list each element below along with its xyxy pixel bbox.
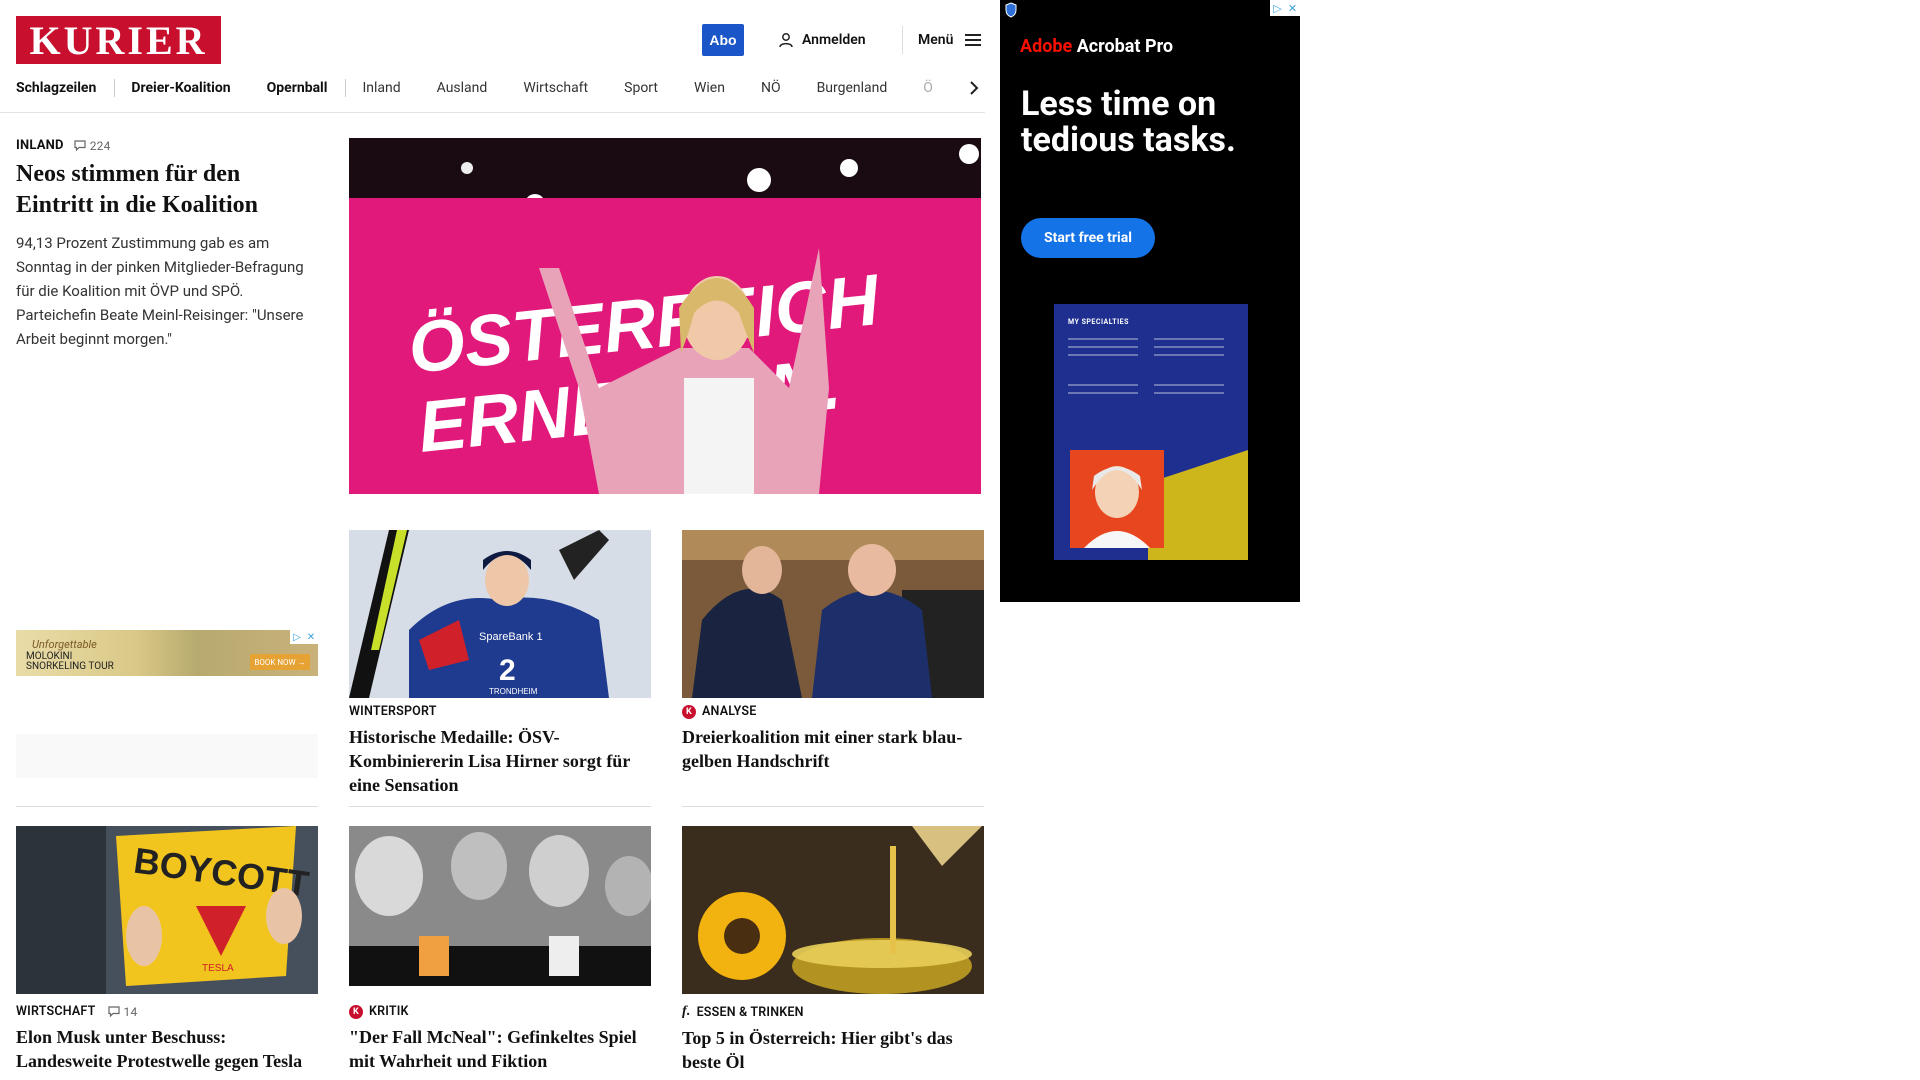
- row-divider: [682, 806, 984, 807]
- nav-separator: [345, 79, 347, 97]
- kicker-essen: f. ESSEN & TRINKEN: [682, 1004, 984, 1020]
- analyse-graphic: [682, 530, 984, 698]
- story-kritik[interactable]: K KRITIK "Der Fall McNeal": Gefinkeltes …: [349, 1004, 651, 1073]
- comment-number: 14: [123, 1004, 138, 1019]
- oil-graphic: [682, 826, 984, 994]
- login-label: Anmelden: [802, 32, 866, 48]
- bib-city: TRONDHEIM: [489, 687, 538, 696]
- headline-kritik[interactable]: "Der Fall McNeal": Gefinkeltes Spiel mit…: [349, 1025, 651, 1073]
- lead-story-text[interactable]: INLAND 224 Neos stimmen für den Eintritt…: [16, 138, 318, 351]
- ad-choices[interactable]: ▷ ✕: [1270, 0, 1300, 16]
- kritik-graphic: [349, 826, 651, 994]
- nav-item-truncated[interactable]: Ö: [923, 80, 933, 96]
- story-wintersport[interactable]: WINTERSPORT Historische Medaille: ÖSV-Ko…: [349, 704, 651, 797]
- story-image-wintersport[interactable]: SpareBank 1 2 TRONDHEIM: [349, 530, 651, 698]
- comment-icon: [107, 1006, 120, 1017]
- story-essen[interactable]: f. ESSEN & TRINKEN Top 5 in Österreich: …: [682, 1004, 984, 1074]
- ad-brand-product: Acrobat Pro: [1072, 36, 1174, 57]
- story-image-analyse[interactable]: [682, 530, 984, 698]
- lead-kicker: INLAND: [16, 138, 64, 153]
- row-divider: [349, 806, 651, 807]
- nav-item-ausland[interactable]: Ausland: [437, 80, 488, 96]
- shield-icon: [1005, 2, 1017, 18]
- lead-teaser: 94,13 Prozent Zustimmung gab es am Sonnt…: [16, 234, 304, 348]
- ad-brand: Adobe Acrobat Pro: [1020, 36, 1173, 57]
- kicker-kritik: K KRITIK: [349, 1004, 651, 1019]
- genuss-icon: f.: [682, 1004, 691, 1019]
- nav-item-wien[interactable]: Wien: [694, 80, 725, 96]
- headline-wirtschaft[interactable]: Elon Musk unter Beschuss: Landesweite Pr…: [16, 1025, 318, 1073]
- wintersport-graphic: SpareBank 1 2 TRONDHEIM: [349, 530, 651, 698]
- story-analyse[interactable]: K ANALYSE Dreierkoalition mit einer star…: [682, 704, 984, 773]
- menu-button[interactable]: Menü: [918, 28, 982, 52]
- menu-label: Menü: [918, 32, 954, 48]
- chevron-right-icon: [970, 81, 979, 95]
- login-button[interactable]: Anmelden: [778, 28, 866, 52]
- kicker-text: WIRTSCHAFT: [16, 1004, 96, 1019]
- empty-ad-slot: [16, 734, 318, 778]
- kurier-plus-icon: K: [682, 704, 696, 719]
- ad-brand-adobe: Adobe: [1020, 36, 1073, 57]
- kurier-logo[interactable]: KURIER: [16, 16, 221, 64]
- ad-flyer-title: MY SPECIALTIES: [1068, 318, 1129, 326]
- lead-comment-number: 224: [89, 138, 111, 153]
- lead-image[interactable]: ÖSTERREICH ERNEUERN.: [349, 138, 981, 494]
- story-image-kritik[interactable]: [349, 826, 651, 994]
- ad-close-icon: ✕: [306, 631, 316, 643]
- lead-comment-count[interactable]: 224: [74, 139, 111, 153]
- bib-number: 2: [499, 654, 516, 687]
- ad-info-icon: ▷: [293, 631, 301, 643]
- nav-item-sport[interactable]: Sport: [624, 80, 658, 96]
- kicker-text: ANALYSE: [702, 704, 757, 719]
- story-wirtschaft[interactable]: WIRTSCHAFT 14 Elon Musk unter Beschuss: …: [16, 1004, 318, 1073]
- nav-scroll-right-button[interactable]: [962, 76, 986, 100]
- lead-image-graphic: ÖSTERREICH ERNEUERN.: [349, 138, 981, 494]
- nav-item-dreier-koalition[interactable]: Dreier-Koalition: [131, 80, 230, 96]
- header-divider: [902, 26, 903, 54]
- nav-separator: [114, 79, 116, 97]
- nav-item-schlagzeilen[interactable]: Schlagzeilen: [16, 80, 96, 96]
- start-free-trial-button[interactable]: Start free trial: [1021, 218, 1155, 258]
- ad-close-icon: ✕: [1287, 1, 1298, 15]
- main-navigation: Schlagzeilen Dreier-Koalition Opernball …: [16, 76, 976, 100]
- nav-item-noe[interactable]: NÖ: [761, 80, 781, 96]
- headline-wintersport[interactable]: Historische Medaille: ÖSV-Kombiniererin …: [349, 725, 651, 797]
- travel-advertisement[interactable]: Unforgettable MOLOKINI SNORKELING TOUR B…: [16, 630, 318, 676]
- ad-headline: Less time on tedious tasks.: [1021, 84, 1236, 160]
- lead-kicker-row: INLAND 224: [16, 138, 318, 153]
- kicker-text: WINTERSPORT: [349, 704, 437, 719]
- header-border: [0, 112, 985, 113]
- nav-item-opernball[interactable]: Opernball: [267, 80, 328, 96]
- ad-choices[interactable]: ▷ ✕: [290, 630, 318, 644]
- headline-essen[interactable]: Top 5 in Österreich: Hier gibt's das bes…: [682, 1026, 984, 1074]
- wirtschaft-comment-count[interactable]: 14: [107, 1004, 138, 1019]
- story-image-wirtschaft[interactable]: BOYCOTT TESLA: [16, 826, 318, 994]
- kicker-wintersport: WINTERSPORT: [349, 704, 651, 719]
- nav-item-burgenland[interactable]: Burgenland: [817, 80, 888, 96]
- ad-line-snorkeling: SNORKELING TOUR: [26, 661, 114, 672]
- row-divider: [16, 806, 318, 807]
- tesla-text: TESLA: [202, 963, 234, 974]
- kicker-text: KRITIK: [369, 1004, 409, 1019]
- bib-sponsor: SpareBank 1: [479, 631, 543, 643]
- ad-info-icon: ▷: [1273, 1, 1282, 15]
- lead-headline[interactable]: Neos stimmen für den Eintritt in die Koa…: [16, 159, 318, 221]
- abo-button[interactable]: Abo: [702, 24, 744, 56]
- kicker-text: ESSEN & TRINKEN: [696, 1004, 804, 1020]
- user-icon: [779, 33, 793, 48]
- nav-item-wirtschaft[interactable]: Wirtschaft: [523, 80, 588, 96]
- kicker-analyse: K ANALYSE: [682, 704, 984, 719]
- ad-tagline: Unforgettable: [32, 638, 97, 651]
- hamburger-icon: [965, 31, 982, 49]
- headline-analyse[interactable]: Dreierkoalition mit einer stark blau-gel…: [682, 725, 984, 773]
- kicker-wirtschaft: WIRTSCHAFT 14: [16, 1004, 318, 1019]
- kurier-plus-icon: K: [349, 1004, 363, 1019]
- ad-flyer-image: MY SPECIALTIES: [1054, 304, 1248, 560]
- nav-item-inland[interactable]: Inland: [362, 80, 400, 96]
- comment-icon: [74, 140, 86, 151]
- story-image-essen[interactable]: [682, 826, 984, 994]
- ad-book-now-button[interactable]: BOOK NOW →: [250, 654, 310, 670]
- boycott-graphic: BOYCOTT TESLA: [16, 826, 318, 994]
